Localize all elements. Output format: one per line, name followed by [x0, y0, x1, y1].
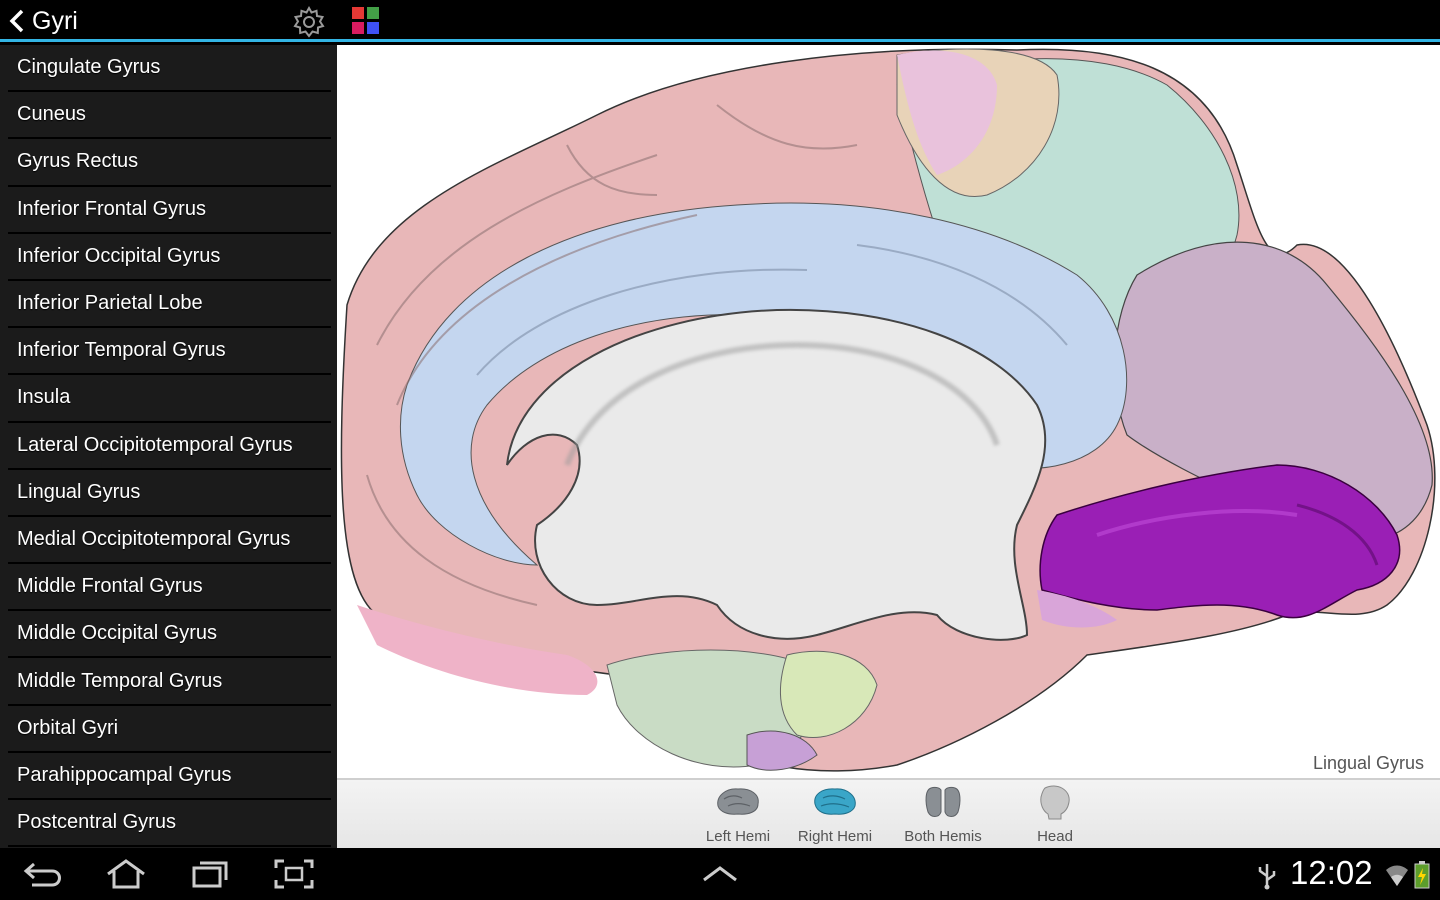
list-item-parahippocampal-gyrus[interactable]: Parahippocampal Gyrus: [8, 753, 331, 800]
list-item-inferior-occipital-gyrus[interactable]: Inferior Occipital Gyrus: [8, 234, 331, 281]
page-title: Gyri: [32, 6, 78, 35]
list-item-gyrus-rectus[interactable]: Gyrus Rectus: [8, 139, 331, 187]
gear-icon[interactable]: [292, 5, 326, 39]
status-clock: 12:02: [1290, 854, 1373, 891]
screenshot-icon[interactable]: [272, 858, 316, 890]
list-item-inferior-parietal-lobe[interactable]: Inferior Parietal Lobe: [8, 281, 331, 329]
list-item-middle-occipital-gyrus[interactable]: Middle Occipital Gyrus: [8, 611, 331, 659]
recent-apps-icon[interactable]: [188, 858, 232, 890]
brain-right-icon: [814, 788, 856, 815]
both-hemis-button[interactable]: Both Hemis: [893, 784, 993, 846]
system-nav-bar: 12:02: [0, 848, 1440, 900]
list-item-cuneus[interactable]: Cuneus: [8, 92, 331, 140]
selected-region-label: Lingual Gyrus: [1312, 753, 1424, 773]
list-item-insula[interactable]: Insula: [8, 375, 331, 423]
view-selector: Left Hemi Right Hemi Both Hemis Head: [337, 778, 1440, 848]
brain-model[interactable]: [337, 45, 1440, 778]
head-button[interactable]: Head: [1005, 784, 1105, 846]
wifi-icon: [1386, 865, 1408, 886]
list-item-postcentral-gyrus[interactable]: Postcentral Gyrus: [8, 800, 331, 848]
list-item-middle-frontal-gyrus[interactable]: Middle Frontal Gyrus: [8, 564, 331, 612]
list-item-orbital-gyri[interactable]: Orbital Gyri: [8, 706, 331, 753]
chevron-up-icon[interactable]: [698, 858, 742, 890]
gyri-list[interactable]: Cingulate Gyrus Cuneus Gyrus Rectus Infe…: [0, 45, 337, 848]
back-arrow-icon[interactable]: [22, 858, 66, 890]
list-item-lingual-gyrus[interactable]: Lingual Gyrus: [8, 470, 331, 517]
list-item-cingulate-gyrus[interactable]: Cingulate Gyrus: [8, 45, 331, 93]
head-icon: [1040, 785, 1070, 820]
back-button[interactable]: Gyri: [6, 0, 78, 42]
action-bar: Gyri: [0, 0, 1440, 42]
right-hemi-button[interactable]: Right Hemi: [785, 784, 885, 846]
list-item-middle-temporal-gyrus[interactable]: Middle Temporal Gyrus: [8, 658, 331, 706]
left-hemi-button[interactable]: Left Hemi: [688, 784, 788, 846]
brain-both-icon: [925, 786, 961, 817]
brain-viewer[interactable]: Lingual Gyrus: [337, 45, 1440, 778]
list-item-medial-occipitotemporal-gyrus[interactable]: Medial Occipitotemporal Gyrus: [8, 517, 331, 565]
apps-grid-icon[interactable]: [352, 7, 380, 35]
home-icon[interactable]: [104, 858, 148, 890]
brain-left-icon: [717, 788, 759, 815]
chevron-left-icon: [9, 9, 24, 33]
battery-charging-icon: [1414, 861, 1430, 889]
usb-icon: [1258, 864, 1276, 890]
list-item-inferior-frontal-gyrus[interactable]: Inferior Frontal Gyrus: [8, 187, 331, 234]
list-item-inferior-temporal-gyrus[interactable]: Inferior Temporal Gyrus: [8, 328, 331, 376]
list-item-lateral-occipitotemporal-gyrus[interactable]: Lateral Occipitotemporal Gyrus: [8, 423, 331, 470]
